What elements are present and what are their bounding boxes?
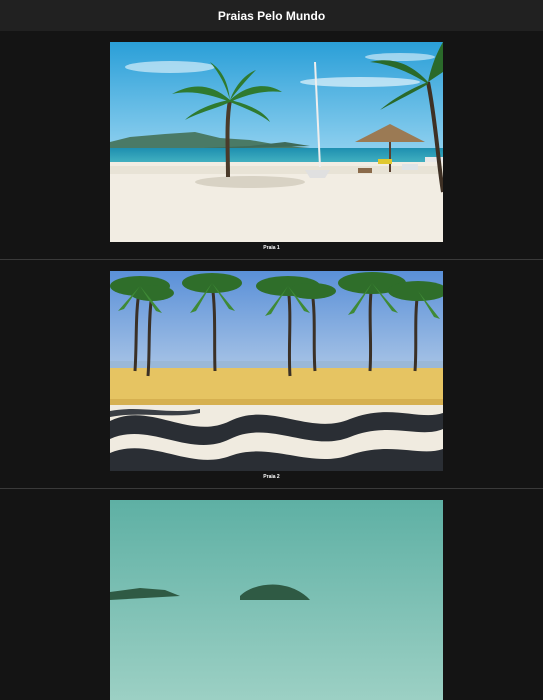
photo-caption: Praia 2 — [263, 474, 280, 480]
gallery-item — [0, 489, 543, 700]
app-header: Praias Pelo Mundo — [0, 0, 543, 31]
page-title: Praias Pelo Mundo — [217, 8, 326, 23]
beach-photo-3[interactable] — [110, 500, 443, 700]
beach-gallery: Praia 1 Praia 2 — [0, 31, 543, 700]
gallery-item: Praia 2 — [0, 260, 543, 489]
beach-photo-1[interactable] — [110, 42, 443, 242]
gallery-item: Praia 1 — [0, 31, 543, 260]
beach-photo-2[interactable] — [110, 271, 443, 471]
photo-caption: Praia 1 — [263, 245, 280, 251]
